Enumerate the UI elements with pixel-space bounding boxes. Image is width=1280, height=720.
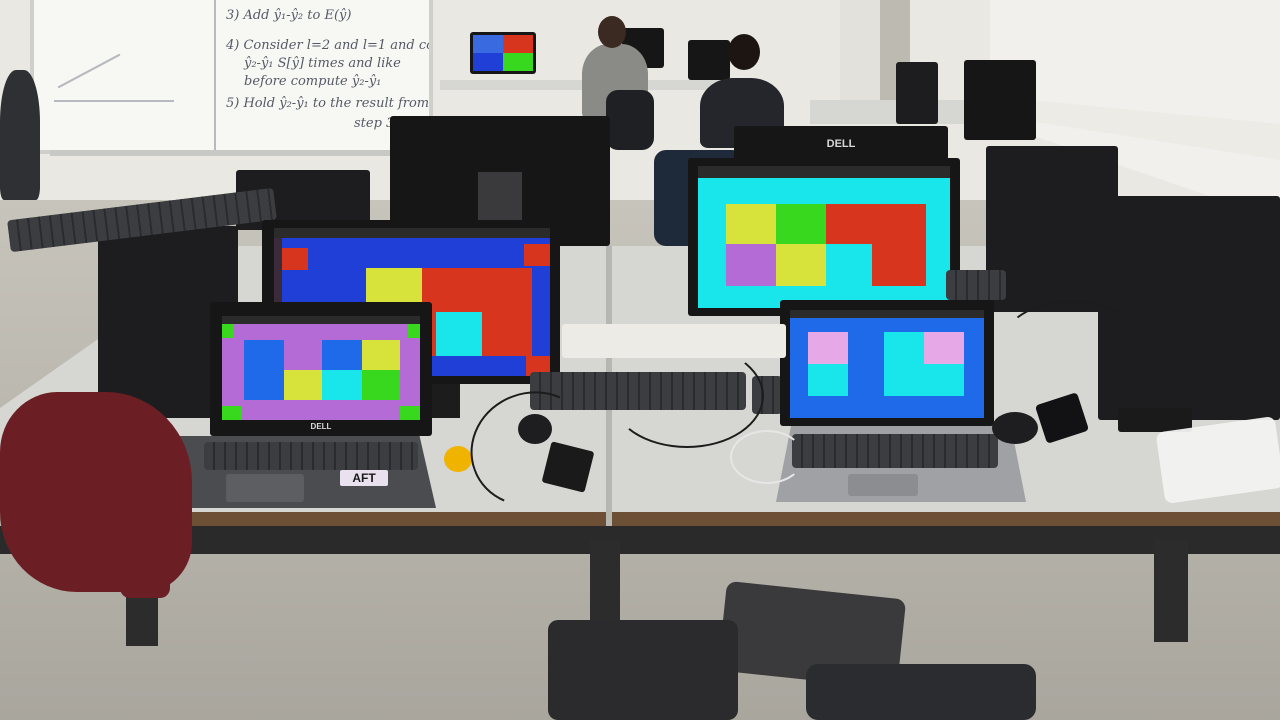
sweater-sleeve: [120, 500, 170, 598]
backpack: [548, 620, 738, 720]
monitor-right-screen: [698, 166, 950, 308]
cable-white: [730, 430, 804, 484]
yellow-toy-ball: [444, 446, 472, 472]
whiteboard-line-3: ŷ₂-ŷ₁ S[ŷ] times and like: [244, 56, 401, 71]
whiteboard-line-2: 4) Consider l=2 and l=1 and compute: [226, 38, 429, 53]
laptop-left-touchpad: [226, 474, 304, 502]
laptop-sticker: AFT: [340, 470, 388, 486]
mouse-right: [992, 412, 1038, 444]
wall-pillar: [840, 0, 880, 110]
monitor-rear-stand: [478, 172, 522, 220]
back-monitor-3: [688, 40, 730, 80]
table-leg-right: [1154, 540, 1188, 642]
laptop-left: DELL: [210, 302, 432, 436]
monitor-right-rear: DELL: [734, 126, 948, 160]
laptop-left-logo: DELL: [310, 422, 332, 431]
table-apron: [0, 526, 1280, 554]
cable-right: [1000, 300, 1144, 394]
side-monitor: [964, 60, 1036, 140]
laptop-left-screen: [222, 316, 420, 420]
laptop-right-touchpad: [848, 474, 918, 496]
whiteboard-line-5: 5) Hold ŷ₂-ŷ₁ to the result from: [226, 96, 430, 111]
laptop-left-keyboard: [204, 442, 418, 470]
table-edge: [162, 512, 1280, 526]
student-right-head: [728, 34, 760, 70]
whiteboard-line-4: before compute ŷ₂-ŷ₁: [244, 74, 382, 89]
back-table: [440, 80, 720, 90]
tower-far-right: [1098, 196, 1280, 420]
keyboard-right: [946, 270, 1006, 300]
laptop-right-keyboard: [792, 434, 998, 468]
back-monitor: [470, 32, 536, 74]
chair-back: [606, 90, 654, 150]
student-edge: [0, 70, 40, 200]
chair-foreground: [806, 664, 1036, 720]
whiteboard: 3) Add ŷ₁-ŷ₂ to E(ŷ) 4) Consider l=2 and…: [30, 0, 433, 154]
laptop-right: [780, 300, 994, 426]
laptop-right-screen: [790, 310, 984, 418]
dell-logo-right: DELL: [826, 138, 856, 150]
whiteboard-line-6: step 3: [354, 116, 395, 131]
whiteboard-line-1: 3) Add ŷ₁-ŷ₂ to E(ŷ): [226, 8, 352, 23]
student-left-head: [598, 16, 626, 48]
side-tower: [896, 62, 938, 124]
cable-center: [610, 344, 764, 448]
whiteboard-tray: [50, 150, 410, 156]
monitor-right: [688, 158, 960, 316]
